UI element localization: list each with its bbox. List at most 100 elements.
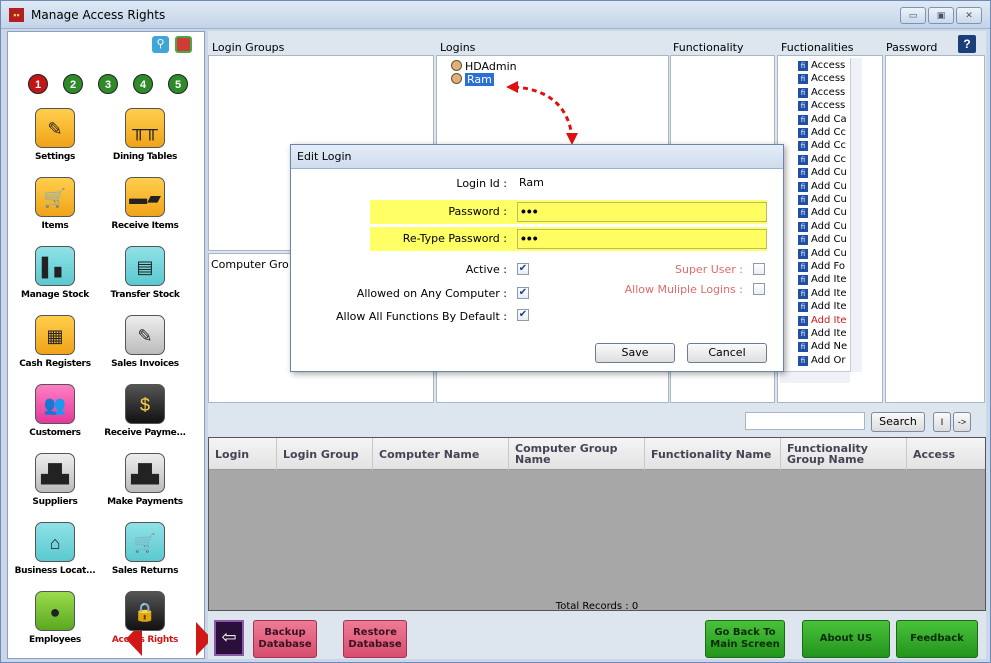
functionality-item[interactable]: fi Add Cu	[798, 194, 847, 205]
function-icon: fi	[798, 128, 808, 138]
function-icon: fi	[798, 302, 808, 313]
step-2-button[interactable]: 2	[63, 74, 83, 94]
help-icon[interactable]: ?	[958, 35, 976, 53]
search-icon[interactable]: ⚲	[152, 36, 169, 53]
total-records: Total Records : 0	[555, 601, 639, 612]
col-login[interactable]: Login	[209, 438, 277, 470]
feedback-button[interactable]: Feedback	[896, 620, 978, 658]
any-computer-checkbox[interactable]: ✔	[517, 287, 529, 299]
functionality-item[interactable]: fi Access	[798, 87, 845, 98]
go-back-main-screen-button[interactable]: Go Back To Main Screen	[705, 620, 785, 658]
functionality-item[interactable]: fi Add Cu	[798, 181, 847, 192]
nav-business-locations[interactable]: ⌂ Business Locat...	[12, 522, 98, 584]
functionality-item[interactable]: fi Add Ite	[798, 288, 847, 299]
functionality-item[interactable]: fi Add Ite	[798, 274, 847, 286]
nav-access-rights[interactable]: 🔒 Access Rights	[102, 591, 188, 653]
about-us-button[interactable]: About US	[802, 620, 890, 658]
step-numbers: 1 2 3 4 5	[28, 74, 188, 94]
col-login-group[interactable]: Login Group	[277, 438, 373, 470]
function-icon: fi	[798, 329, 808, 339]
page-button[interactable]: I	[933, 412, 951, 432]
save-button[interactable]: Save	[595, 343, 675, 363]
functionality-item[interactable]: fi Add Cc	[798, 140, 846, 152]
nav-sales-returns[interactable]: 🛒 Sales Returns	[102, 522, 188, 584]
restore-database-button[interactable]: Restore Database	[343, 620, 407, 658]
nav-make-payments[interactable]: ▟▙ Make Payments	[102, 453, 188, 515]
functionality-item[interactable]: fi Add Cu	[798, 248, 847, 259]
login-item-ram[interactable]: Ram	[451, 73, 494, 86]
backup-database-button[interactable]: Backup Database	[253, 620, 317, 658]
function-icon: fi	[798, 195, 808, 205]
all-functions-checkbox[interactable]: ✔	[517, 309, 529, 321]
access-rights-icon: 🔒	[125, 591, 165, 631]
col-computer-group-name[interactable]: Computer Group Name	[509, 438, 645, 470]
functionality-item[interactable]: fi Add Cc	[798, 127, 846, 138]
col-computer-name[interactable]: Computer Name	[373, 438, 509, 470]
nav-manage-stock[interactable]: ▌▖ Manage Stock	[12, 246, 98, 308]
back-button[interactable]: ⇦	[214, 620, 244, 656]
function-icon: fi	[798, 101, 808, 112]
col-access[interactable]: Access	[907, 438, 985, 470]
functionality-item[interactable]: fi Add Cu	[798, 234, 847, 246]
nav-receive-payments[interactable]: $ Receive Payme...	[102, 384, 188, 446]
suppliers-icon: ▟▙	[35, 453, 75, 493]
maximize-icon[interactable]: ▣	[928, 7, 954, 24]
active-checkbox[interactable]: ✔	[517, 263, 529, 275]
functionality-item[interactable]: fi Add Ite	[798, 301, 847, 313]
cancel-button[interactable]: Cancel	[687, 343, 767, 363]
vertical-scrollbar[interactable]	[850, 58, 862, 372]
multiple-logins-checkbox[interactable]	[753, 283, 765, 295]
step-1-button[interactable]: 1	[28, 74, 48, 94]
step-5-button[interactable]: 5	[168, 74, 188, 94]
step-4-button[interactable]: 4	[133, 74, 153, 94]
horizontal-scrollbar[interactable]	[780, 371, 850, 383]
functionality-item[interactable]: fi Add Ite	[798, 315, 847, 326]
nav-dining-tables[interactable]: ╥╥ Dining Tables	[102, 108, 188, 170]
functionality-label: Add Cu	[811, 180, 847, 192]
nav-receive-items[interactable]: ▬▰ Receive Items	[102, 177, 188, 239]
functionality-item[interactable]: fi Access	[798, 100, 845, 112]
functionality-item[interactable]: fi Add Fo	[798, 261, 845, 272]
functionality-label: Add Or	[811, 354, 846, 366]
functionality-item[interactable]: fi Access	[798, 60, 845, 71]
nav-suppliers[interactable]: ▟▙ Suppliers	[12, 453, 98, 515]
make-payments-icon: ▟▙	[125, 453, 165, 493]
functionality-item[interactable]: fi Add Cu	[798, 207, 847, 219]
nav-settings[interactable]: ✎ Settings	[12, 108, 98, 170]
col-functionality-name[interactable]: Functionality Name	[645, 438, 781, 470]
functionality-item[interactable]: fi Add Ite	[798, 328, 847, 339]
login-item-hdadmin[interactable]: HDAdmin	[451, 60, 517, 73]
step-3-button[interactable]: 3	[98, 74, 118, 94]
functionality-item[interactable]: fi Add Ne	[798, 341, 847, 353]
nav-transfer-stock[interactable]: ▤ Transfer Stock	[102, 246, 188, 308]
password-field[interactable]: •••	[517, 202, 767, 222]
functionality-label: Add Fo	[811, 261, 846, 272]
minimize-icon[interactable]: ▭	[900, 7, 926, 24]
sales-invoice-icon: ✎	[125, 315, 165, 355]
functionality-header: Functionality	[673, 41, 744, 54]
search-button[interactable]: Search	[871, 412, 925, 432]
functionality-item[interactable]: fi Add Cc	[798, 154, 846, 165]
functionality-label: Access	[811, 60, 846, 71]
functionality-item[interactable]: fi Add Cu	[798, 167, 847, 179]
super-user-checkbox[interactable]	[753, 263, 765, 275]
nav-customers[interactable]: 👥 Customers	[12, 384, 98, 446]
search-input[interactable]	[745, 412, 865, 430]
retype-password-field[interactable]: •••	[517, 229, 767, 249]
nav-items[interactable]: 🛒 Items	[12, 177, 98, 239]
password-list[interactable]	[885, 55, 985, 403]
computer-groups-header: Computer Gro	[211, 258, 289, 271]
nav-sales-invoices[interactable]: ✎ Sales Invoices	[102, 315, 188, 377]
functionality-item[interactable]: fi Add Or	[798, 355, 846, 366]
close-icon[interactable]: ✕	[956, 7, 982, 24]
next-page-button[interactable]: ->	[953, 412, 971, 432]
functionalities-list[interactable]: fi Access fi Access fi Access fi Access fi Add Ca…	[777, 55, 883, 403]
copy-icon[interactable]	[175, 36, 192, 53]
nav-employees[interactable]: ● Employees	[12, 591, 98, 653]
functionality-item[interactable]: fi Add Cu	[798, 221, 847, 232]
col-functionality-group-name[interactable]: Functionality Group Name	[781, 438, 907, 470]
functionality-item[interactable]: fi Access	[798, 73, 845, 85]
nav-cash-registers[interactable]: ▦ Cash Registers	[12, 315, 98, 377]
title-bar: ▪▪ Manage Access Rights ▭ ▣ ✕	[1, 1, 990, 29]
functionality-item[interactable]: fi Add Ca	[798, 114, 847, 125]
